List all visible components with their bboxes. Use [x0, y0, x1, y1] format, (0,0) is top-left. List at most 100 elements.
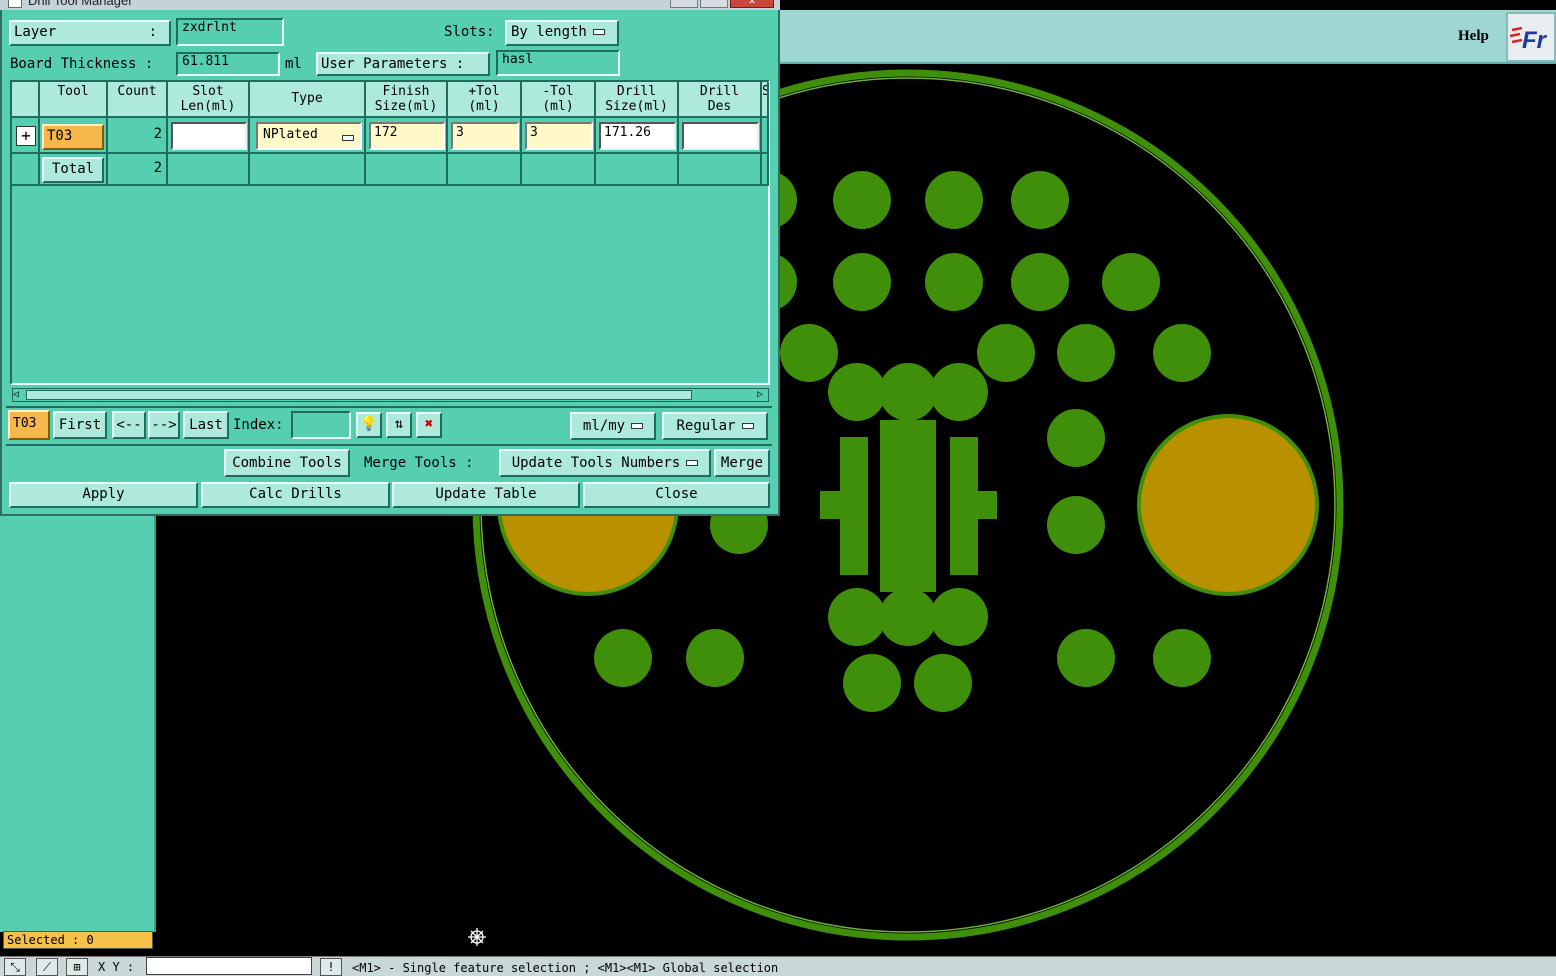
- board-thickness-field[interactable]: 61.811: [176, 52, 280, 76]
- index-label: Index:: [233, 417, 284, 433]
- table-cell: [679, 154, 762, 186]
- next-button[interactable]: -->: [148, 411, 180, 439]
- finish-size-input[interactable]: 172: [369, 122, 445, 150]
- apply-button[interactable]: Apply: [9, 482, 198, 508]
- pad: [833, 253, 891, 311]
- help-menu[interactable]: Help: [1458, 28, 1489, 45]
- drill-hole-right: [1137, 414, 1319, 596]
- pad: [925, 171, 983, 229]
- scroll-left-icon[interactable]: ◁: [13, 389, 19, 401]
- table-cell: [448, 154, 522, 186]
- sort-icon[interactable]: ⇅: [386, 412, 412, 438]
- count-cell: 2: [108, 118, 168, 154]
- grid-icon[interactable]: ⊞: [66, 958, 88, 976]
- column-header-minus-tol[interactable]: -Tol (ml): [522, 82, 596, 118]
- layer-field[interactable]: zxdrlnt: [176, 18, 284, 46]
- maximize-button[interactable]: [700, 0, 728, 8]
- xy-input[interactable]: [146, 957, 312, 975]
- measure-icon[interactable]: ⟋: [36, 958, 58, 976]
- calc-drills-button[interactable]: Calc Drills: [201, 482, 390, 508]
- update-table-button[interactable]: Update Table: [392, 482, 580, 508]
- row-select-icon[interactable]: +: [16, 126, 36, 146]
- minimize-button[interactable]: [670, 0, 698, 8]
- chevron-down-icon: [631, 423, 644, 429]
- table-cell: [762, 154, 769, 186]
- bulb-icon[interactable]: 💡: [356, 412, 382, 438]
- first-button[interactable]: First: [53, 411, 107, 439]
- column-header-s[interactable]: S: [762, 82, 769, 118]
- table-cell: [250, 154, 366, 186]
- column-header-plus-tol[interactable]: +Tol (ml): [448, 82, 522, 118]
- zoom-fit-icon[interactable]: ⤡: [4, 958, 26, 976]
- xy-label: X Y :: [98, 960, 135, 974]
- app-icon: [8, 0, 22, 8]
- delete-icon[interactable]: ✖: [416, 412, 442, 438]
- chevron-down-icon: [592, 29, 605, 35]
- divider: [6, 406, 772, 408]
- pad: [925, 253, 983, 311]
- layer-colon: :: [148, 24, 157, 40]
- status-message: <M1> - Single feature selection ; <M1><M…: [352, 961, 779, 975]
- pad: [879, 363, 937, 421]
- slots-dropdown[interactable]: By length: [505, 20, 619, 46]
- column-header-slot-len[interactable]: Slot Len(ml): [168, 82, 250, 118]
- mode-dropdown[interactable]: Regular: [662, 412, 768, 440]
- close-button[interactable]: Close: [583, 482, 770, 508]
- table-cell: [168, 154, 250, 186]
- merge-mode-dropdown[interactable]: Update Tools Numbers: [499, 449, 711, 477]
- merge-button[interactable]: Merge: [714, 449, 770, 477]
- pad: [594, 629, 652, 687]
- dialog-title: Drill Tool Manager: [28, 0, 133, 8]
- alert-icon[interactable]: !: [320, 958, 342, 976]
- column-header-finish-size[interactable]: Finish Size(ml): [366, 82, 448, 118]
- pad: [977, 324, 1035, 382]
- table-cell: [366, 154, 448, 186]
- logo: Fr: [1506, 12, 1556, 62]
- pad: [843, 654, 901, 712]
- pad: [1102, 253, 1160, 311]
- type-value: NPlated: [263, 127, 318, 142]
- window-close-button[interactable]: ✕: [730, 0, 774, 8]
- slots-value: By length: [511, 24, 587, 40]
- dialog-titlebar[interactable]: Drill Tool Manager ✕: [0, 0, 780, 10]
- column-header-drill-size[interactable]: Drill Size(ml): [596, 82, 679, 118]
- column-header-count[interactable]: Count: [108, 82, 168, 118]
- type-dropdown[interactable]: NPlated: [256, 122, 362, 150]
- minus-tol-input[interactable]: 3: [525, 122, 593, 150]
- table-cell: [596, 154, 679, 186]
- tool-cell[interactable]: T03: [42, 124, 104, 150]
- pad: [828, 588, 886, 646]
- column-header-tool[interactable]: Tool: [40, 82, 108, 118]
- total-count: 2: [108, 154, 168, 186]
- pad: [780, 324, 838, 382]
- scrollbar-thumb[interactable]: [26, 390, 692, 400]
- slots-label: Slots:: [444, 24, 495, 40]
- drill-des-input[interactable]: [682, 122, 759, 150]
- plus-tol-input[interactable]: 3: [451, 122, 519, 150]
- index-input[interactable]: [291, 411, 351, 439]
- drill-size-input[interactable]: 171.26: [599, 122, 676, 150]
- pad: [1057, 629, 1115, 687]
- column-header-drill-des[interactable]: Drill Des: [679, 82, 762, 118]
- app-toolbar: [780, 10, 1556, 64]
- combine-tools-button[interactable]: Combine Tools: [224, 449, 350, 477]
- units-dropdown[interactable]: ml/my: [570, 412, 656, 440]
- column-header-type[interactable]: Type: [250, 82, 366, 118]
- slot-len-input[interactable]: [171, 122, 247, 150]
- chevron-down-icon: [686, 460, 699, 466]
- pad: [833, 171, 891, 229]
- user-parameters-label: User Parameters :: [316, 52, 490, 76]
- prev-button[interactable]: <--: [112, 411, 146, 439]
- pad: [1047, 409, 1105, 467]
- svg-text:Fr: Fr: [1522, 27, 1548, 54]
- pad: [879, 588, 937, 646]
- pad: [1153, 629, 1211, 687]
- logo-icon: Fr: [1509, 26, 1548, 54]
- scroll-right-icon[interactable]: ▷: [757, 389, 763, 401]
- last-button[interactable]: Last: [183, 411, 229, 439]
- left-slot: [840, 437, 868, 575]
- column-header-select: [12, 82, 40, 118]
- user-parameters-field[interactable]: hasl: [496, 50, 620, 76]
- mode-value: Regular: [676, 418, 736, 434]
- pad: [1153, 324, 1211, 382]
